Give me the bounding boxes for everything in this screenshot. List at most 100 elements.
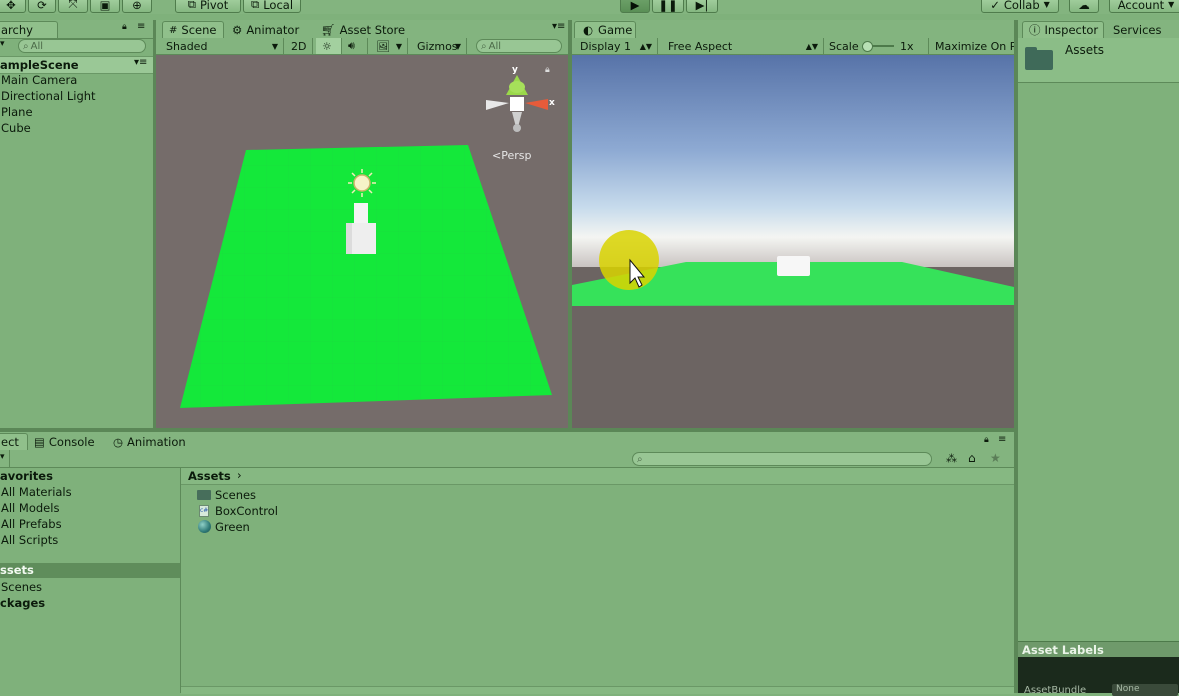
- game-canvas: [572, 230, 1014, 306]
- asset-labels-body: AssetBundle None: [1018, 657, 1179, 696]
- play-button[interactable]: ▶: [620, 0, 650, 13]
- toggle-2d-button[interactable]: 2D: [285, 38, 313, 54]
- maximize-on-play-toggle[interactable]: Maximize On Pl: [935, 40, 1019, 53]
- hierarchy-panel: archy 🔒︎ ≡ ▾ ⌕ All ampleScene ▾≡ Main Ca…: [0, 20, 153, 430]
- cloud-button[interactable]: ☁: [1069, 0, 1099, 13]
- filter-by-label-icon[interactable]: ⌂: [968, 451, 976, 465]
- favorite-all-prefabs[interactable]: All Prefabs: [1, 517, 62, 531]
- move-tool-button[interactable]: ✥: [0, 0, 26, 13]
- lock-icon[interactable]: 🔒︎: [984, 435, 989, 445]
- filter-by-type-icon[interactable]: ⁂: [946, 452, 957, 465]
- animator-icon: ⚙: [232, 22, 243, 37]
- inspector-asset-title: Assets: [1065, 43, 1105, 57]
- lighting-toggle[interactable]: ☼: [316, 38, 342, 54]
- panel-menu-icon[interactable]: ▾≡: [552, 21, 565, 32]
- account-dropdown[interactable]: Account ▼: [1109, 0, 1179, 13]
- rotate-icon: ⟳: [37, 0, 47, 12]
- tree-item-assets[interactable]: ssets: [0, 563, 180, 578]
- hierarchy-item-directional-light[interactable]: Directional Light: [1, 89, 96, 103]
- persp-label[interactable]: <Persp: [492, 149, 531, 162]
- scene-tabbar: # Scene ⚙ Animator 🛒︎ Asset Store ▾≡: [156, 20, 568, 38]
- display-dropdown[interactable]: Display 1 ▲▼: [574, 38, 658, 54]
- asset-labels-header[interactable]: Asset Labels: [1018, 641, 1179, 658]
- assets-root-label: ssets: [0, 563, 34, 577]
- panel-divider[interactable]: [1014, 20, 1018, 693]
- game-tab-label: Game: [598, 23, 633, 37]
- breadcrumb-assets[interactable]: Assets: [188, 469, 231, 483]
- lock-icon[interactable]: 🔒︎: [122, 22, 127, 32]
- animator-tab-label: Animator: [246, 22, 300, 37]
- tab-services[interactable]: Services: [1113, 21, 1162, 38]
- pivot-toggle[interactable]: ⧉ Pivot: [175, 0, 241, 13]
- project-breadcrumb-bar: Assets ›: [181, 468, 1014, 485]
- tab-asset-store[interactable]: 🛒︎ Asset Store: [321, 21, 405, 38]
- scene-menu-icon[interactable]: ▾≡: [134, 57, 147, 68]
- scene-viewport[interactable]: y x 🔒︎ <Persp: [156, 55, 568, 428]
- hierarchy-item-cube[interactable]: Cube: [1, 121, 31, 135]
- folder-icon: [197, 490, 211, 500]
- toolbar-divider: [928, 38, 929, 54]
- effects-dropdown[interactable]: 🖼︎ ▼: [370, 38, 408, 54]
- chevron-down-icon: ▲▼: [805, 41, 818, 51]
- aspect-value: Free Aspect: [668, 39, 733, 53]
- transform-tool-button[interactable]: ⊕: [122, 0, 152, 13]
- play-icon: ▶: [630, 0, 640, 12]
- scale-slider[interactable]: [862, 41, 894, 52]
- tab-project[interactable]: ect: [0, 433, 28, 450]
- hierarchy-search-input[interactable]: ⌕ All: [18, 39, 146, 53]
- orientation-gizmo[interactable]: [486, 75, 548, 132]
- favorites-header[interactable]: avorites: [0, 469, 53, 483]
- rotate-tool-button[interactable]: ⟳: [28, 0, 56, 13]
- collab-dropdown[interactable]: ✓ Collab ▼: [981, 0, 1059, 13]
- tree-item-scenes[interactable]: Scenes: [1, 580, 42, 594]
- chevron-down-icon: ▲▼: [639, 41, 652, 51]
- rect-tool-button[interactable]: ▣: [90, 0, 120, 13]
- info-icon: ⓘ: [1029, 23, 1041, 37]
- game-viewport[interactable]: [572, 55, 1014, 428]
- panel-menu-icon[interactable]: ≡: [137, 21, 145, 32]
- tab-game[interactable]: ◐ Game: [574, 21, 636, 38]
- gizmos-dropdown[interactable]: Gizmos ▼: [411, 38, 467, 54]
- tab-scene[interactable]: # Scene: [162, 21, 224, 38]
- panel-menu-icon[interactable]: ≡: [998, 434, 1006, 445]
- scene-tab-icon: #: [169, 24, 178, 36]
- aspect-dropdown[interactable]: Free Aspect ▲▼: [662, 38, 824, 54]
- scale-slider-thumb[interactable]: [862, 41, 873, 52]
- hierarchy-toolbar: ▾ ⌕ All: [0, 38, 153, 54]
- scene-header-row[interactable]: ampleScene ▾≡: [0, 56, 153, 74]
- step-button[interactable]: ▶|: [686, 0, 718, 13]
- favorite-all-materials[interactable]: All Materials: [1, 485, 72, 499]
- local-toggle[interactable]: ⧉ Local: [243, 0, 301, 13]
- hierarchy-item-plane[interactable]: Plane: [1, 105, 33, 119]
- create-dropdown-arrow[interactable]: ▾: [0, 452, 5, 462]
- shading-mode-dropdown[interactable]: Shaded ▼: [160, 38, 284, 54]
- gizmo-lock-icon[interactable]: 🔒︎: [545, 65, 550, 75]
- create-dropdown-arrow[interactable]: ▾: [0, 39, 5, 49]
- tree-item-packages[interactable]: ckages: [0, 596, 45, 610]
- game-toolbar: Display 1 ▲▼ Free Aspect ▲▼ Scale 1x Max…: [572, 38, 1019, 55]
- step-icon: ▶|: [695, 0, 709, 12]
- tab-console[interactable]: ▤ Console: [34, 433, 95, 450]
- favorite-star-icon[interactable]: ★: [990, 451, 1001, 465]
- tab-inspector[interactable]: ⓘ Inspector: [1022, 21, 1104, 38]
- audio-toggle[interactable]: 🔊︎: [342, 38, 368, 54]
- favorite-all-scripts[interactable]: All Scripts: [1, 533, 58, 547]
- scene-search-input[interactable]: ⌕ All: [476, 39, 562, 53]
- tab-animation[interactable]: ◷ Animation: [113, 433, 186, 450]
- pause-button[interactable]: ❚❚: [652, 0, 684, 13]
- hierarchy-item-main-camera[interactable]: Main Camera: [1, 73, 77, 87]
- assetbundle-dropdown[interactable]: None: [1112, 684, 1178, 696]
- speaker-icon: 🔊︎: [348, 39, 355, 52]
- search-icon: ⌕: [481, 40, 487, 52]
- local-icon: ⧉: [250, 0, 260, 11]
- scale-value: 1x: [900, 40, 914, 53]
- tab-animator[interactable]: ⚙ Animator: [232, 21, 299, 38]
- chevron-down-icon: ▼: [1168, 0, 1175, 9]
- favorite-all-models[interactable]: All Models: [1, 501, 59, 515]
- material-sphere-icon: [198, 520, 211, 533]
- scale-tool-button[interactable]: ⤧: [58, 0, 88, 13]
- rect-icon: ▣: [99, 0, 111, 12]
- tab-hierarchy[interactable]: archy: [0, 21, 58, 38]
- project-search-input[interactable]: ⌕: [632, 452, 932, 466]
- animation-tab-label: Animation: [127, 434, 186, 449]
